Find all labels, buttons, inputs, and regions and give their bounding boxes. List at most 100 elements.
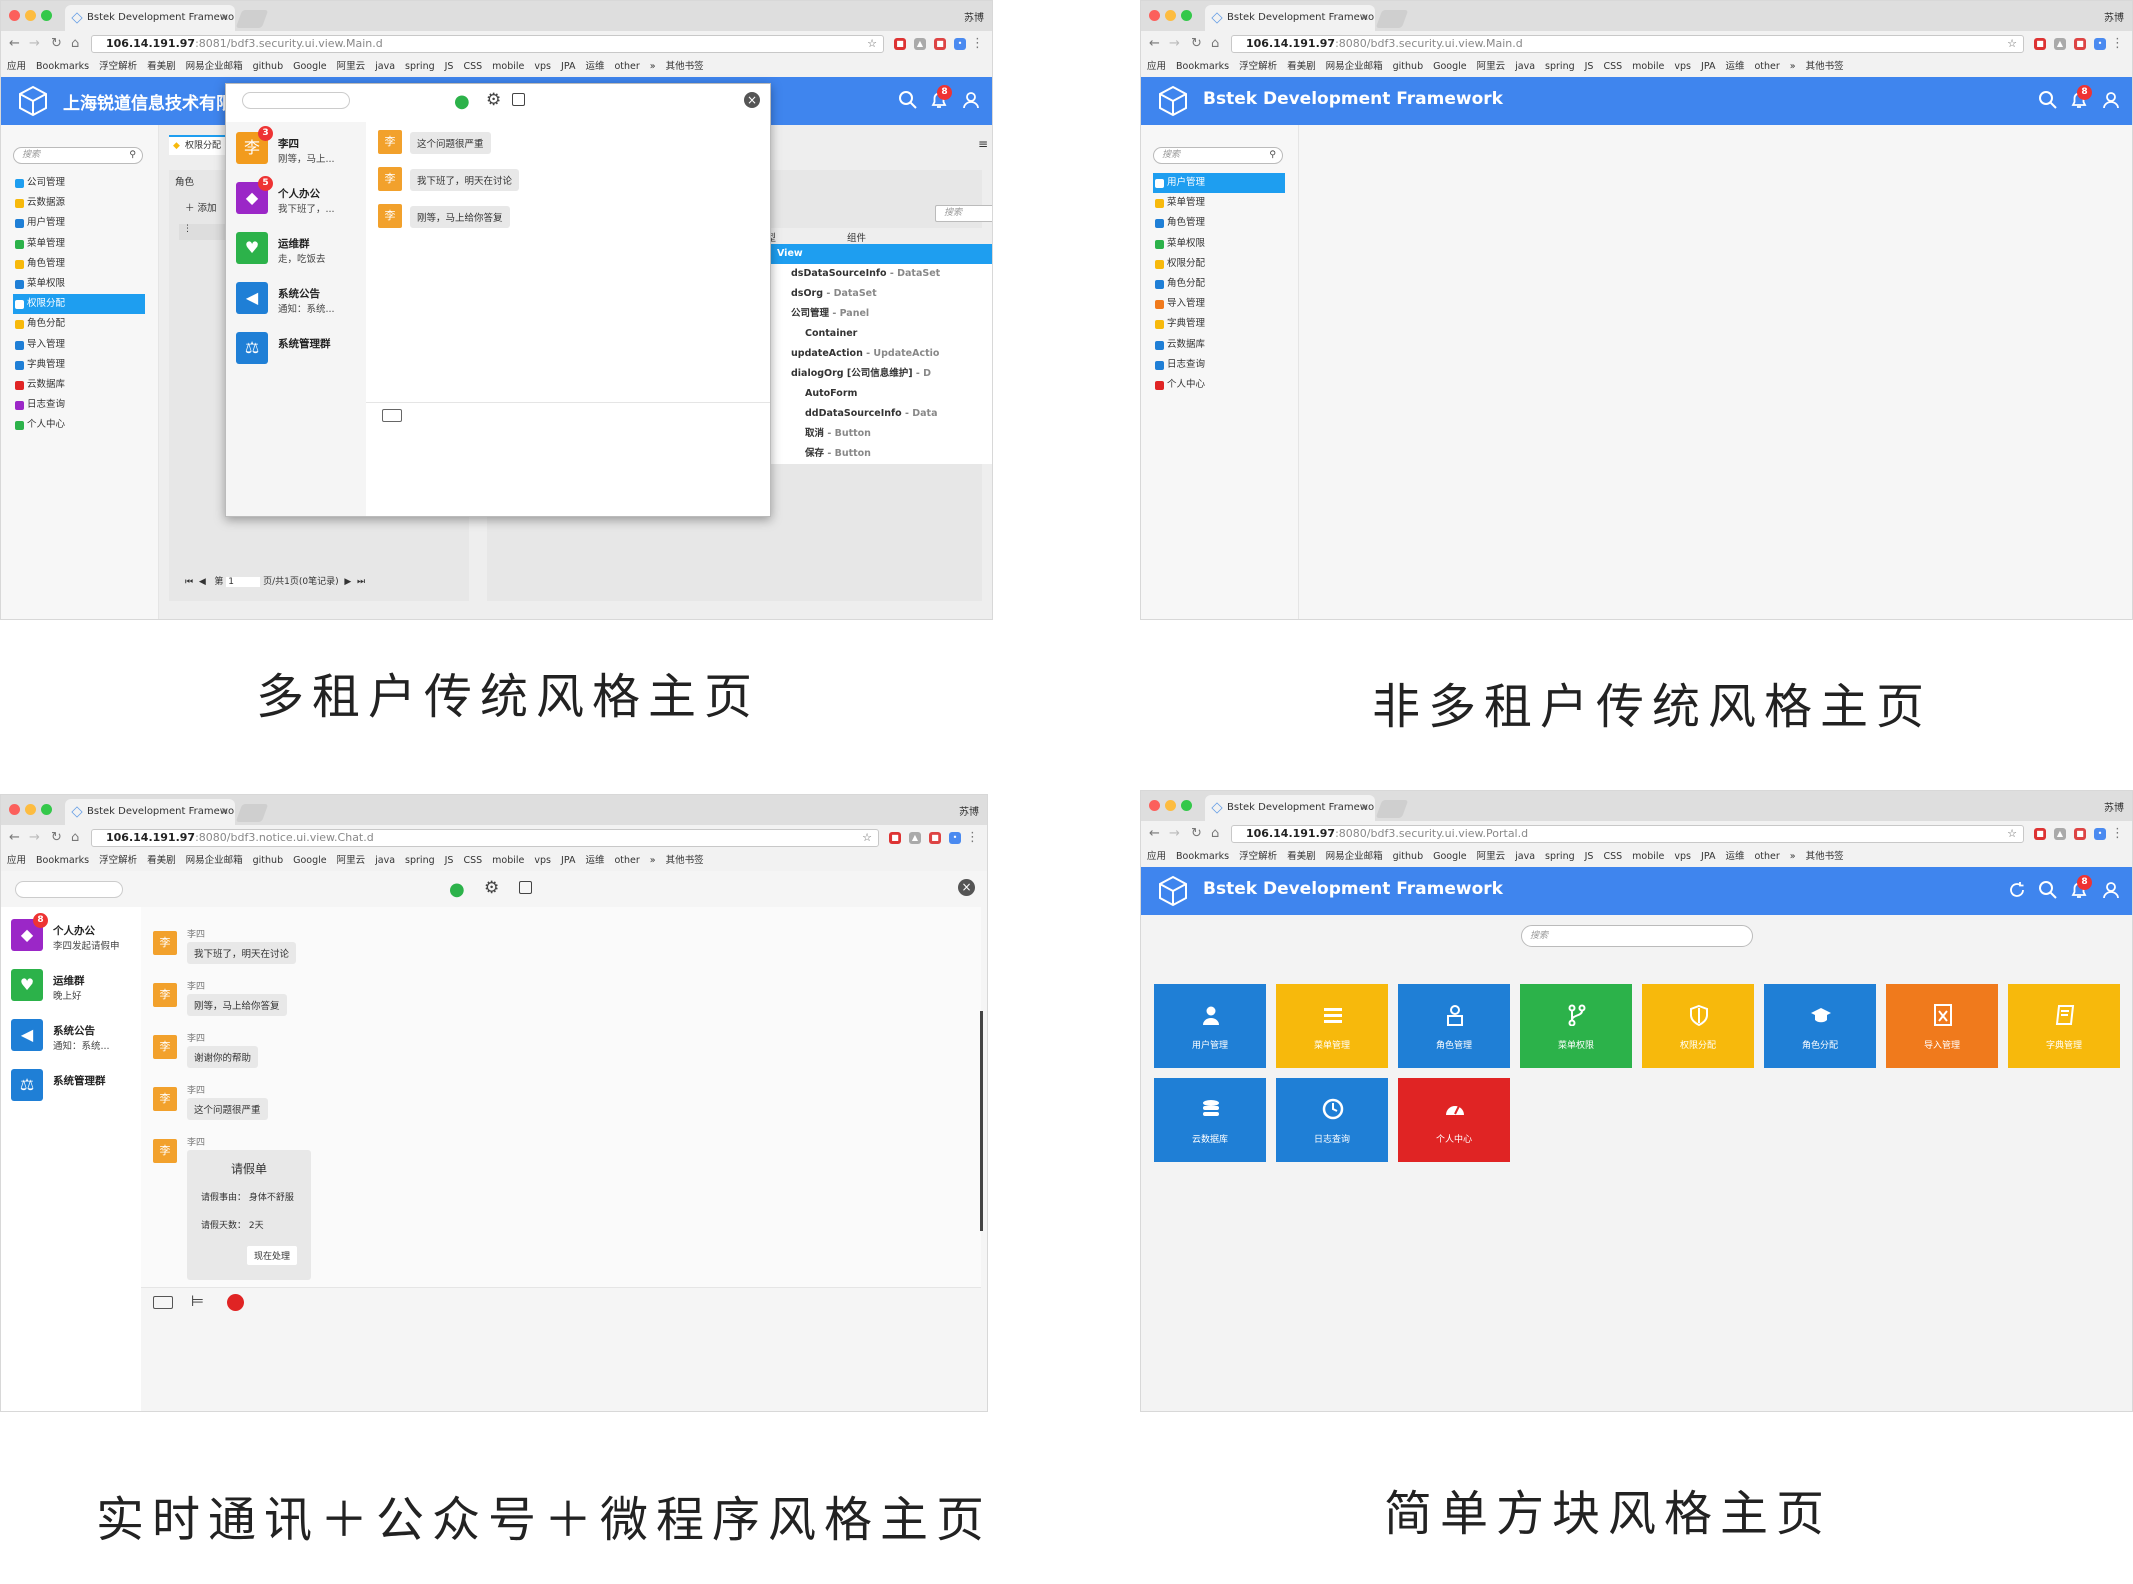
bookmark-item[interactable]: vps bbox=[1674, 61, 1691, 72]
bookmark-item[interactable]: 浮空解析 bbox=[1239, 61, 1277, 72]
minimize-window-button[interactable] bbox=[1165, 10, 1176, 21]
bookmark-star-icon[interactable]: ☆ bbox=[2007, 36, 2017, 52]
close-window-button[interactable] bbox=[1149, 10, 1160, 21]
bookmark-item[interactable]: 阿里云 bbox=[1477, 61, 1506, 72]
browser-tab[interactable]: Bstek Development Framework × bbox=[65, 799, 235, 825]
bookmark-item[interactable]: JPA bbox=[1701, 851, 1715, 862]
process-now-button[interactable]: 现在处理 bbox=[246, 1246, 297, 1265]
address-bar[interactable]: 106.14.191.97:8080/bdf3.security.ui.view… bbox=[1231, 825, 2024, 843]
tile-book[interactable]: 字典管理 bbox=[2008, 984, 2120, 1068]
ext-dots-icon[interactable]: • bbox=[949, 832, 961, 844]
bookmark-item[interactable]: vps bbox=[534, 855, 551, 866]
bookmark-item[interactable]: other bbox=[614, 61, 639, 72]
menu-item[interactable]: 权限分配 bbox=[1153, 254, 1285, 274]
bookmark-item[interactable]: 浮空解析 bbox=[99, 61, 137, 72]
menu-item[interactable]: 菜单管理 bbox=[13, 234, 145, 254]
dashboard-icon[interactable] bbox=[227, 1294, 244, 1311]
tree-node[interactable]: View bbox=[737, 244, 992, 264]
minimize-window-button[interactable] bbox=[25, 10, 36, 21]
window-square-icon[interactable] bbox=[512, 93, 525, 106]
bookmark-item[interactable]: Google bbox=[1433, 851, 1467, 862]
tree-node[interactable]: 可公司管理 - Panel bbox=[737, 304, 992, 324]
address-bar[interactable]: 106.14.191.97:8080/bdf3.notice.ui.view.C… bbox=[91, 829, 879, 847]
bookmark-item[interactable]: mobile bbox=[492, 61, 524, 72]
menu-item[interactable]: 日志查询 bbox=[13, 395, 145, 415]
bed-icon[interactable]: ⊨ bbox=[191, 1292, 204, 1310]
menu-item[interactable]: 角色管理 bbox=[1153, 213, 1285, 233]
forward-icon[interactable]: → bbox=[1169, 826, 1180, 841]
menu-item[interactable]: 云数据库 bbox=[1153, 335, 1285, 355]
bookmark-item[interactable]: CSS bbox=[1603, 851, 1622, 862]
maximize-window-button[interactable] bbox=[1181, 800, 1192, 811]
conversation-item[interactable]: ⚖ 系统管理群 bbox=[11, 1069, 141, 1117]
address-bar[interactable]: 106.14.191.97:8081/bdf3.security.ui.view… bbox=[91, 35, 884, 53]
ext-icon[interactable]: ■ bbox=[2074, 38, 2086, 50]
bookmark-item[interactable]: mobile bbox=[1632, 851, 1664, 862]
bookmark-item[interactable]: java bbox=[1515, 851, 1535, 862]
browser-user[interactable]: 苏博 bbox=[959, 803, 979, 818]
settings-gear-icon[interactable]: ⚙ bbox=[484, 878, 499, 898]
menu-item[interactable]: 角色分配 bbox=[13, 314, 145, 334]
shield-ext-icon[interactable]: ▲ bbox=[2054, 828, 2066, 840]
bookmark-item[interactable]: 网易企业邮箱 bbox=[1326, 851, 1383, 862]
tile-graduation[interactable]: 角色分配 bbox=[1764, 984, 1876, 1068]
reload-icon[interactable]: ↻ bbox=[1191, 36, 1202, 51]
chat-search-input[interactable] bbox=[15, 881, 123, 898]
tile-role[interactable]: 角色管理 bbox=[1398, 984, 1510, 1068]
ext-dots-icon[interactable]: • bbox=[2094, 828, 2106, 840]
browser-user[interactable]: 苏博 bbox=[2104, 799, 2124, 814]
bookmark-item[interactable]: 应用 bbox=[1147, 61, 1166, 72]
bookmark-item[interactable]: Google bbox=[293, 61, 327, 72]
adblock-icon[interactable]: ■ bbox=[889, 832, 901, 844]
bookmark-item[interactable]: 应用 bbox=[7, 855, 26, 866]
menu-item[interactable]: 用户管理 bbox=[13, 213, 145, 233]
bookmark-item[interactable]: mobile bbox=[1632, 61, 1664, 72]
bookmark-item[interactable]: » bbox=[1790, 851, 1796, 862]
new-tab-button[interactable] bbox=[1375, 800, 1409, 818]
menu-item[interactable]: 字典管理 bbox=[1153, 314, 1285, 334]
tree-node[interactable]: 可取消 - Button bbox=[737, 424, 992, 444]
user-icon[interactable] bbox=[2101, 880, 2121, 900]
search-icon[interactable] bbox=[2038, 880, 2058, 900]
page-input[interactable]: 1 bbox=[226, 577, 261, 587]
tile-branch[interactable]: 菜单权限 bbox=[1520, 984, 1632, 1068]
bookmark-item[interactable]: mobile bbox=[492, 855, 524, 866]
bookmark-item[interactable]: spring bbox=[405, 855, 435, 866]
conversation-item[interactable]: ◀ 系统公告 通知：系统... bbox=[236, 282, 366, 330]
window-square-icon[interactable] bbox=[519, 881, 532, 894]
bookmark-item[interactable]: JS bbox=[1585, 61, 1594, 72]
bookmark-item[interactable]: 其他书签 bbox=[666, 61, 704, 72]
menu-item[interactable]: 权限分配 bbox=[13, 294, 145, 315]
browser-menu-icon[interactable]: ⋮ bbox=[2111, 36, 2124, 51]
minimize-window-button[interactable] bbox=[25, 804, 36, 815]
new-tab-button[interactable] bbox=[235, 804, 269, 822]
maximize-window-button[interactable] bbox=[41, 10, 52, 21]
bookmark-item[interactable]: 看美剧 bbox=[147, 61, 176, 72]
last-page-icon[interactable]: ⏭ bbox=[357, 577, 365, 587]
bookmark-item[interactable]: Google bbox=[1433, 61, 1467, 72]
bookmark-item[interactable]: github bbox=[1393, 61, 1423, 72]
conversation-item[interactable]: ◆ 8 个人办公 李四发起请假申 bbox=[11, 913, 141, 967]
tile-clock[interactable]: 日志查询 bbox=[1276, 1078, 1388, 1162]
menu-item[interactable]: 导入管理 bbox=[13, 335, 145, 355]
bookmark-item[interactable]: 阿里云 bbox=[337, 855, 366, 866]
back-icon[interactable]: ← bbox=[1149, 36, 1160, 51]
menu-item[interactable]: 个人中心 bbox=[1153, 375, 1285, 395]
menu-item[interactable]: 字典管理 bbox=[13, 355, 145, 375]
menu-item[interactable]: 云数据源 bbox=[13, 193, 145, 213]
chat-bubble-icon[interactable]: ● bbox=[454, 91, 470, 112]
tab-close-icon[interactable]: × bbox=[221, 5, 229, 31]
browser-user[interactable]: 苏博 bbox=[2104, 9, 2124, 24]
tree-node[interactable]: 可dsOrg - DataSet bbox=[737, 284, 992, 304]
bookmark-item[interactable]: 看美剧 bbox=[147, 855, 176, 866]
back-icon[interactable]: ← bbox=[9, 36, 20, 51]
bookmark-star-icon[interactable]: ☆ bbox=[2007, 826, 2017, 842]
adblock-icon[interactable]: ■ bbox=[2034, 38, 2046, 50]
conversation-item[interactable]: 李 3 李四 刚等，马上... bbox=[236, 126, 366, 180]
bookmark-star-icon[interactable]: ☆ bbox=[862, 830, 872, 846]
bookmark-item[interactable]: 浮空解析 bbox=[1239, 851, 1277, 862]
shield-ext-icon[interactable]: ▲ bbox=[909, 832, 921, 844]
tab-close-icon[interactable]: × bbox=[1361, 795, 1369, 821]
close-window-button[interactable] bbox=[1149, 800, 1160, 811]
search-icon[interactable]: ⚲ bbox=[1269, 148, 1276, 163]
